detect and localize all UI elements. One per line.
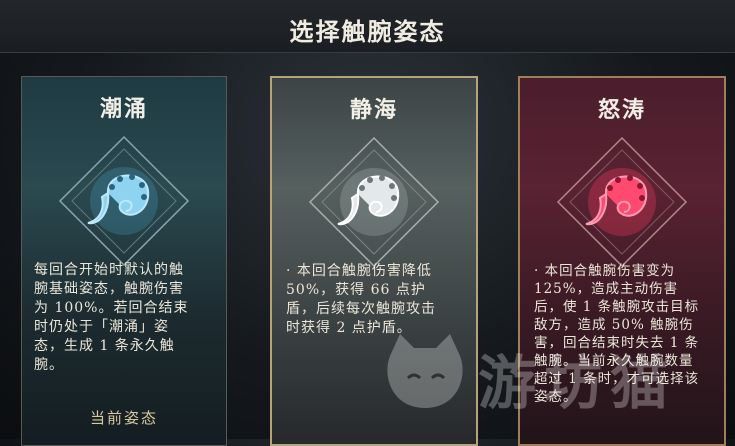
card-title: 怒涛 [597,97,646,123]
card-title: 潮涌 [99,96,148,122]
tentacle-icon [304,132,444,272]
desc-line: 50%，获得 66 点护 [286,282,426,298]
desc-line: 腕基础姿态，触腕伤害 [34,281,184,297]
watermark: 游坊猫 [380,316,720,426]
desc-line: 后，使 1 条触腕攻击目标 [534,299,700,315]
desc-line: 为 100%。若回合结束 [34,300,189,316]
cat-logo-icon [387,334,463,408]
watermark-text: 游坊猫 [478,349,677,417]
page-title: 选择触腕姿态 [289,17,446,46]
card-description: 每回合开始时默认的触 腕基础姿态，触腕伤害 为 100%。若回合结束 时仍处于「… [34,261,218,375]
tentacle-icon [552,132,692,272]
card-title: 静海 [349,97,398,123]
desc-line: · 本回合触腕伤害降低 [286,263,432,279]
stance-card-tide[interactable]: 潮涌 每回合开始时默认的触 腕基础姿态，触腕伤害 为 100%。若回合结束 时仍… [21,76,227,446]
desc-line: 腕。 [34,357,64,373]
desc-line: 125%，造成主动伤害 [534,281,679,297]
current-stance-label: 当前姿态 [89,409,158,427]
tentacle-icon [54,131,194,271]
desc-line: 态，生成 1 条永久触 [34,338,175,354]
desc-line: 时仍处于「潮涌」姿 [34,319,169,335]
desc-line: · 本回合触腕伤害变为 [534,263,676,279]
desc-line: 每回合开始时默认的触 [34,262,184,278]
header-bar: 选择触腕姿态 [0,0,735,53]
